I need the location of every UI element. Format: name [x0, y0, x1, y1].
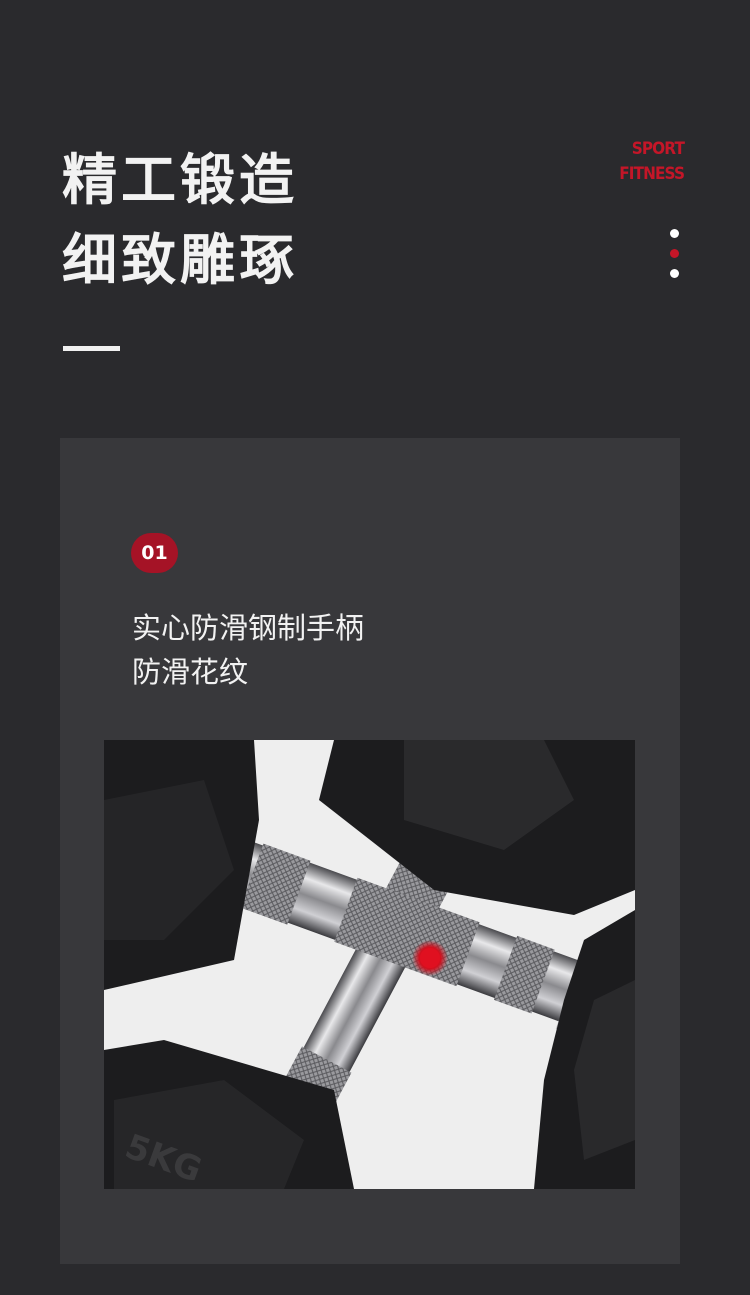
feature-card: 01 实心防滑钢制手柄 防滑花纹 5KG	[60, 438, 680, 1264]
dot-1	[670, 229, 679, 238]
dot-3	[670, 269, 679, 278]
hero-line-2: 细致雕琢	[62, 228, 299, 292]
hero-divider	[63, 346, 120, 351]
hero-line-1: 精工锻造	[62, 148, 299, 212]
hero-heading: 精工锻造 细致雕琢	[62, 140, 298, 300]
dot-2	[670, 249, 679, 258]
dumbbell-photo: 5KG	[104, 740, 635, 1189]
feature-title-line-2: 防滑花纹	[132, 655, 249, 689]
feature-title: 实心防滑钢制手柄 防滑花纹	[132, 606, 364, 694]
brand-tag-line-2: FITNESS	[619, 164, 685, 184]
feature-title-line-1: 实心防滑钢制手柄	[132, 611, 365, 645]
brand-tag: SPORT FITNESS	[619, 137, 685, 187]
page-dots	[670, 229, 680, 289]
brand-tag-line-1: SPORT	[631, 139, 685, 159]
feature-number-badge: 01	[131, 533, 178, 573]
